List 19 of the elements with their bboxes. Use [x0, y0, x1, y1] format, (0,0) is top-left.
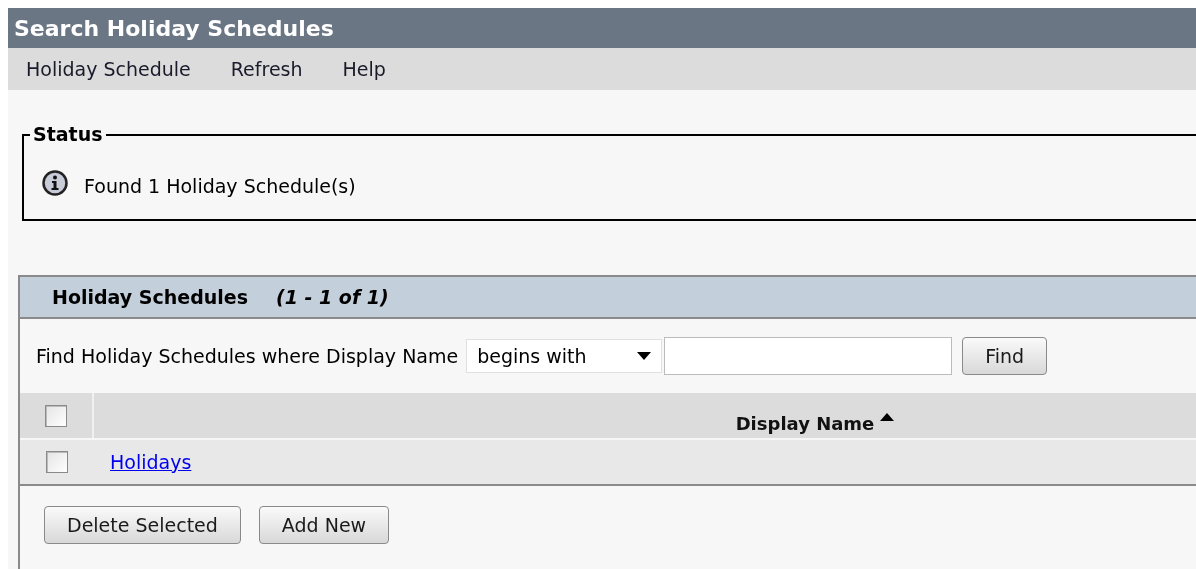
- row-link[interactable]: Holidays: [110, 447, 192, 477]
- menu-item[interactable]: Refresh: [230, 54, 303, 84]
- checkbox[interactable]: [46, 451, 68, 473]
- find-label: Find Holiday Schedules where Display Name: [36, 343, 459, 369]
- window-title: Search Holiday Schedules: [8, 8, 1196, 48]
- panel-title: Holiday Schedules: [52, 284, 248, 310]
- menu-item[interactable]: Holiday Schedule: [26, 54, 191, 84]
- status-message: Found 1 Holiday Schedule(s): [84, 174, 356, 199]
- result-range: (1 - 1 of 1): [276, 284, 389, 310]
- search-field[interactable]: [664, 337, 953, 375]
- menu-item[interactable]: Help: [342, 54, 386, 84]
- action-button[interactable]: Add New: [258, 506, 390, 544]
- action-button[interactable]: Delete Selected: [44, 506, 241, 544]
- operator-dropdown[interactable]: begins with: [466, 339, 663, 373]
- column-header[interactable]: Display Name: [735, 410, 875, 437]
- info-icon: [42, 170, 68, 196]
- checkbox[interactable]: [45, 404, 67, 427]
- action-button[interactable]: Find: [962, 337, 1048, 375]
- caret-icon: [637, 352, 652, 360]
